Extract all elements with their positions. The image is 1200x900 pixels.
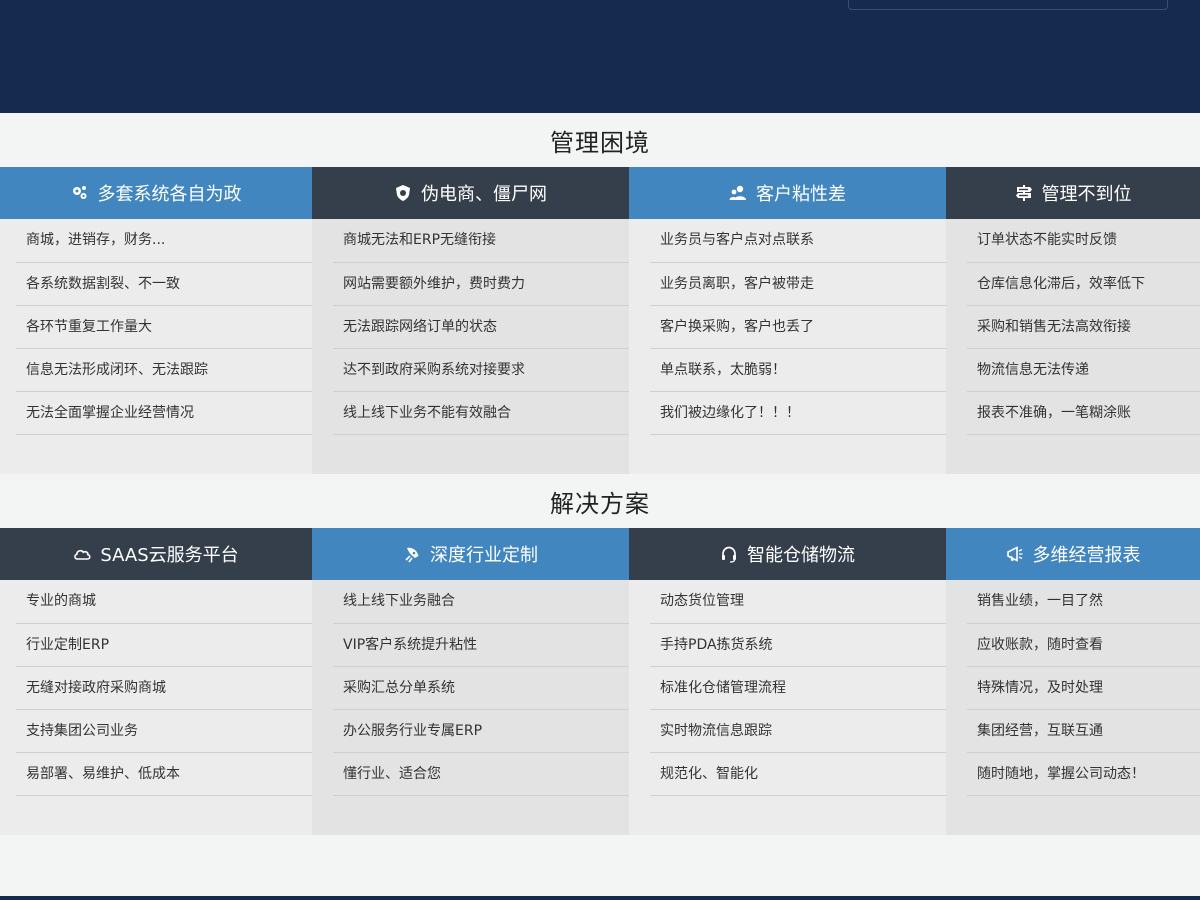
problem-column: 多套系统各自为政 商城，进销存，财务... 各系统数据割裂、不一致 各环节重复工…: [0, 167, 312, 474]
signpost-icon: [1015, 184, 1033, 202]
top-banner: [0, 0, 1200, 113]
list-item: 各系统数据割裂、不一致: [16, 263, 312, 306]
list-item: 报表不准确，一笔糊涂账: [967, 392, 1200, 435]
solution-column: 多维经营报表 销售业绩，一目了然 应收账款，随时查看 特殊情况，及时处理 集团经…: [946, 528, 1200, 835]
list-item: VIP客户系统提升粘性: [333, 624, 629, 667]
list-item: 支持集团公司业务: [16, 710, 312, 753]
list-item: 实时物流信息跟踪: [650, 710, 946, 753]
column-header: 智能仓储物流: [629, 528, 946, 580]
list-item: 懂行业、适合您: [333, 753, 629, 796]
list-item: 标准化仓储管理流程: [650, 667, 946, 710]
solutions-grid: SAAS云服务平台 专业的商城 行业定制ERP 无缝对接政府采购商城 支持集团公…: [0, 528, 1200, 835]
column-header-label: 伪电商、僵尸网: [421, 184, 547, 205]
list-item: 无法跟踪网络订单的状态: [333, 306, 629, 349]
column-header-label: 客户粘性差: [756, 184, 846, 205]
column-header: 多维经营报表: [946, 528, 1200, 580]
list-item: 信息无法形成闭环、无法跟踪: [16, 349, 312, 392]
search-box[interactable]: [848, 0, 1168, 10]
column-header-label: 多套系统各自为政: [97, 184, 242, 205]
list-item: 线上线下业务融合: [333, 580, 629, 624]
list-item: 物流信息无法传递: [967, 349, 1200, 392]
problem-column: 管理不到位 订单状态不能实时反馈 仓库信息化滞后，效率低下 采购和销售无法高效衔…: [946, 167, 1200, 474]
list-item: 销售业绩，一目了然: [967, 580, 1200, 624]
cloud-icon: [73, 545, 91, 563]
list-item: 采购和销售无法高效衔接: [967, 306, 1200, 349]
solutions-section-title: 解决方案: [550, 490, 650, 518]
list-item: 易部署、易维护、低成本: [16, 753, 312, 796]
list-item: 专业的商城: [16, 580, 312, 624]
list-item: 无缝对接政府采购商城: [16, 667, 312, 710]
list-item: 规范化、智能化: [650, 753, 946, 796]
column-header-label: 深度行业定制: [430, 545, 538, 566]
column-header: SAAS云服务平台: [0, 528, 312, 580]
column-header: 管理不到位: [946, 167, 1200, 219]
problems-grid: 多套系统各自为政 商城，进销存，财务... 各系统数据割裂、不一致 各环节重复工…: [0, 167, 1200, 474]
list-item: 特殊情况，及时处理: [967, 667, 1200, 710]
headset-icon: [720, 545, 738, 563]
footer-bar: [0, 896, 1200, 900]
problem-column: 客户粘性差 业务员与客户点对点联系 业务员离职，客户被带走 客户换采购，客户也丢…: [629, 167, 946, 474]
problem-column: 伪电商、僵尸网 商城无法和ERP无缝衔接 网站需要额外维护，费时费力 无法跟踪网…: [312, 167, 629, 474]
list-item: 线上线下业务不能有效融合: [333, 392, 629, 435]
list-item: 行业定制ERP: [16, 624, 312, 667]
gears-icon: [71, 184, 89, 202]
rocket-icon: [403, 545, 421, 563]
solution-column: 智能仓储物流 动态货位管理 手持PDA拣货系统 标准化仓储管理流程 实时物流信息…: [629, 528, 946, 835]
column-header: 客户粘性差: [629, 167, 946, 219]
list-item: 随时随地，掌握公司动态！: [967, 753, 1200, 796]
list-item: 达不到政府采购系统对接要求: [333, 349, 629, 392]
list-item: 商城无法和ERP无缝衔接: [333, 219, 629, 263]
column-header-label: 多维经营报表: [1032, 545, 1141, 566]
list-item: 仓库信息化滞后，效率低下: [967, 263, 1200, 306]
column-header: 伪电商、僵尸网: [312, 167, 629, 219]
list-item: 商城，进销存，财务...: [16, 219, 312, 263]
list-item: 单点联系，太脆弱！: [650, 349, 946, 392]
megaphone-icon: [1006, 545, 1024, 563]
solution-column: 深度行业定制 线上线下业务融合 VIP客户系统提升粘性 采购汇总分单系统 办公服…: [312, 528, 629, 835]
column-header-label: SAAS云服务平台: [100, 545, 239, 566]
problems-section-title: 管理困境: [550, 129, 650, 157]
list-item: 集团经营，互联互通: [967, 710, 1200, 753]
solution-column: SAAS云服务平台 专业的商城 行业定制ERP 无缝对接政府采购商城 支持集团公…: [0, 528, 312, 835]
column-header: 多套系统各自为政: [0, 167, 312, 219]
column-header-label: 管理不到位: [1041, 184, 1132, 205]
list-item: 业务员离职，客户被带走: [650, 263, 946, 306]
list-item: 办公服务行业专属ERP: [333, 710, 629, 753]
users-icon: [729, 184, 747, 202]
list-item: 各环节重复工作量大: [16, 306, 312, 349]
list-item: 应收账款，随时查看: [967, 624, 1200, 667]
list-item: 手持PDA拣货系统: [650, 624, 946, 667]
column-header-label: 智能仓储物流: [747, 545, 855, 566]
list-item: 客户换采购，客户也丢了: [650, 306, 946, 349]
list-item: 业务员与客户点对点联系: [650, 219, 946, 263]
list-item: 采购汇总分单系统: [333, 667, 629, 710]
list-item: 我们被边缘化了！！！: [650, 392, 946, 435]
list-item: 订单状态不能实时反馈: [967, 219, 1200, 263]
shield-icon: [394, 184, 412, 202]
list-item: 无法全面掌握企业经营情况: [16, 392, 312, 435]
list-item: 网站需要额外维护，费时费力: [333, 263, 629, 306]
column-header: 深度行业定制: [312, 528, 629, 580]
list-item: 动态货位管理: [650, 580, 946, 624]
